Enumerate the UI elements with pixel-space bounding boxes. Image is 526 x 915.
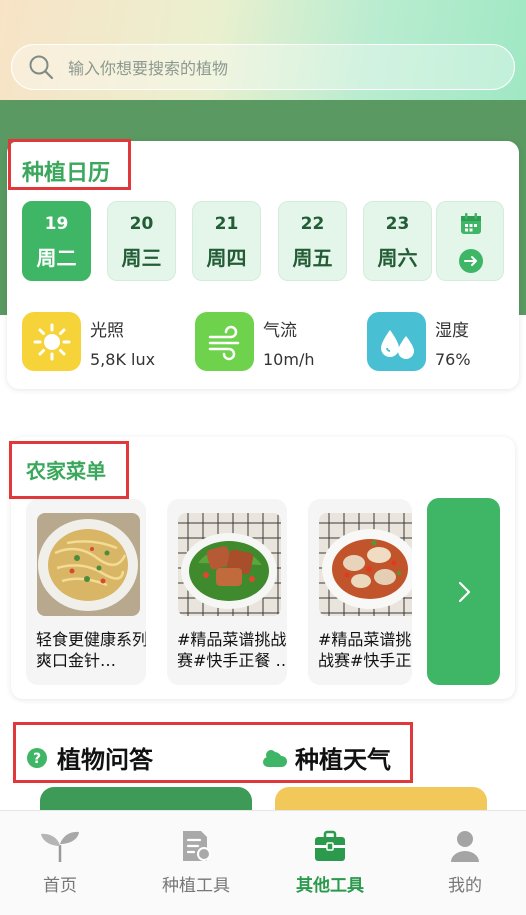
question-icon: ?	[27, 747, 47, 768]
day-weekday: 周二	[36, 246, 77, 270]
day-weekday: 周五	[292, 246, 333, 270]
weather-value: 10m/h	[263, 350, 315, 369]
search-bar[interactable]: 输入你想要搜索的植物	[11, 44, 515, 90]
sprout-icon	[41, 831, 79, 862]
calendar-day-22[interactable]: 22 周五	[278, 201, 347, 281]
recipe-image	[178, 513, 281, 616]
tab-other-tools[interactable]: 其他工具	[275, 829, 385, 896]
tab-label: 其他工具	[296, 876, 364, 896]
tab-label: 首页	[43, 876, 77, 896]
tab-label: 种植工具	[162, 876, 230, 896]
arrow-right-circle-icon	[459, 249, 483, 273]
sun-icon	[22, 312, 81, 371]
day-weekday: 周三	[121, 246, 162, 270]
document-icon	[183, 831, 211, 861]
calendar-icon	[461, 213, 481, 234]
day-number: 19	[44, 214, 69, 234]
weather-value: 5,8K lux	[90, 350, 156, 369]
recipe-image	[37, 513, 140, 616]
recipe-caption: 轻食更健康系列-爽口金针…	[36, 630, 146, 670]
calendar-day-19[interactable]: 19 周二	[22, 201, 91, 281]
plant-qa-label: 植物问答	[57, 746, 153, 774]
more-recipes-button[interactable]	[427, 498, 500, 685]
calendar-day-23[interactable]: 23 周六	[363, 201, 432, 281]
recipe-image	[319, 513, 412, 616]
weather-value: 76%	[435, 350, 471, 369]
recipe-caption: #精品菜谱挑战赛#快手正餐 …	[177, 630, 287, 670]
menu-title: 农家菜单	[26, 459, 106, 483]
day-weekday: 周六	[377, 246, 418, 270]
recipe-caption: #精品菜谱挑战赛#快手正餐	[318, 630, 412, 670]
recipe-card[interactable]: #精品菜谱挑战赛#快手正餐	[308, 499, 412, 685]
weather-label: 湿度	[435, 321, 469, 341]
planting-calendar-card: 种植日历 19 周二 20 周三 21 周四 22 周五 23 周六 光照 5,…	[7, 139, 519, 389]
water-drops-icon	[367, 312, 426, 371]
bottom-tab-bar: 首页 种植工具 其他工具 我的	[0, 810, 526, 915]
wind-icon	[195, 312, 254, 371]
recipe-card[interactable]: 轻食更健康系列-爽口金针…	[26, 499, 146, 685]
open-calendar-button[interactable]	[436, 201, 504, 281]
search-icon	[29, 55, 54, 80]
calendar-day-20[interactable]: 20 周三	[107, 201, 176, 281]
toolbox-icon	[315, 830, 345, 861]
weather-label: 光照	[90, 321, 124, 341]
tab-planting-tools[interactable]: 种植工具	[141, 829, 251, 896]
tab-label: 我的	[448, 876, 482, 896]
weather-label: 气流	[263, 321, 297, 341]
tab-mine[interactable]: 我的	[410, 829, 520, 896]
farm-menu-card: 农家菜单 轻食更健康系列-爽口金针… #精品菜谱挑战赛#快手正餐 … #精品菜谱…	[9, 437, 515, 699]
planting-weather-label: 种植天气	[295, 746, 391, 774]
search-input[interactable]: 输入你想要搜索的植物	[68, 55, 228, 79]
day-number: 20	[129, 214, 154, 234]
chevron-right-icon	[458, 581, 471, 603]
day-weekday: 周四	[206, 246, 247, 270]
planting-weather-button[interactable]: 种植天气	[262, 740, 391, 775]
plant-qa-button[interactable]: ? 植物问答	[26, 740, 153, 775]
cloud-icon	[263, 749, 288, 767]
tab-home[interactable]: 首页	[5, 829, 115, 896]
day-number: 23	[385, 214, 410, 234]
calendar-day-21[interactable]: 21 周四	[192, 201, 261, 281]
svg-text:?: ?	[33, 751, 41, 767]
person-icon	[451, 831, 479, 862]
day-number: 21	[214, 214, 239, 234]
calendar-title: 种植日历	[22, 161, 111, 186]
day-number: 22	[300, 214, 325, 234]
recipe-card[interactable]: #精品菜谱挑战赛#快手正餐 …	[167, 499, 287, 685]
